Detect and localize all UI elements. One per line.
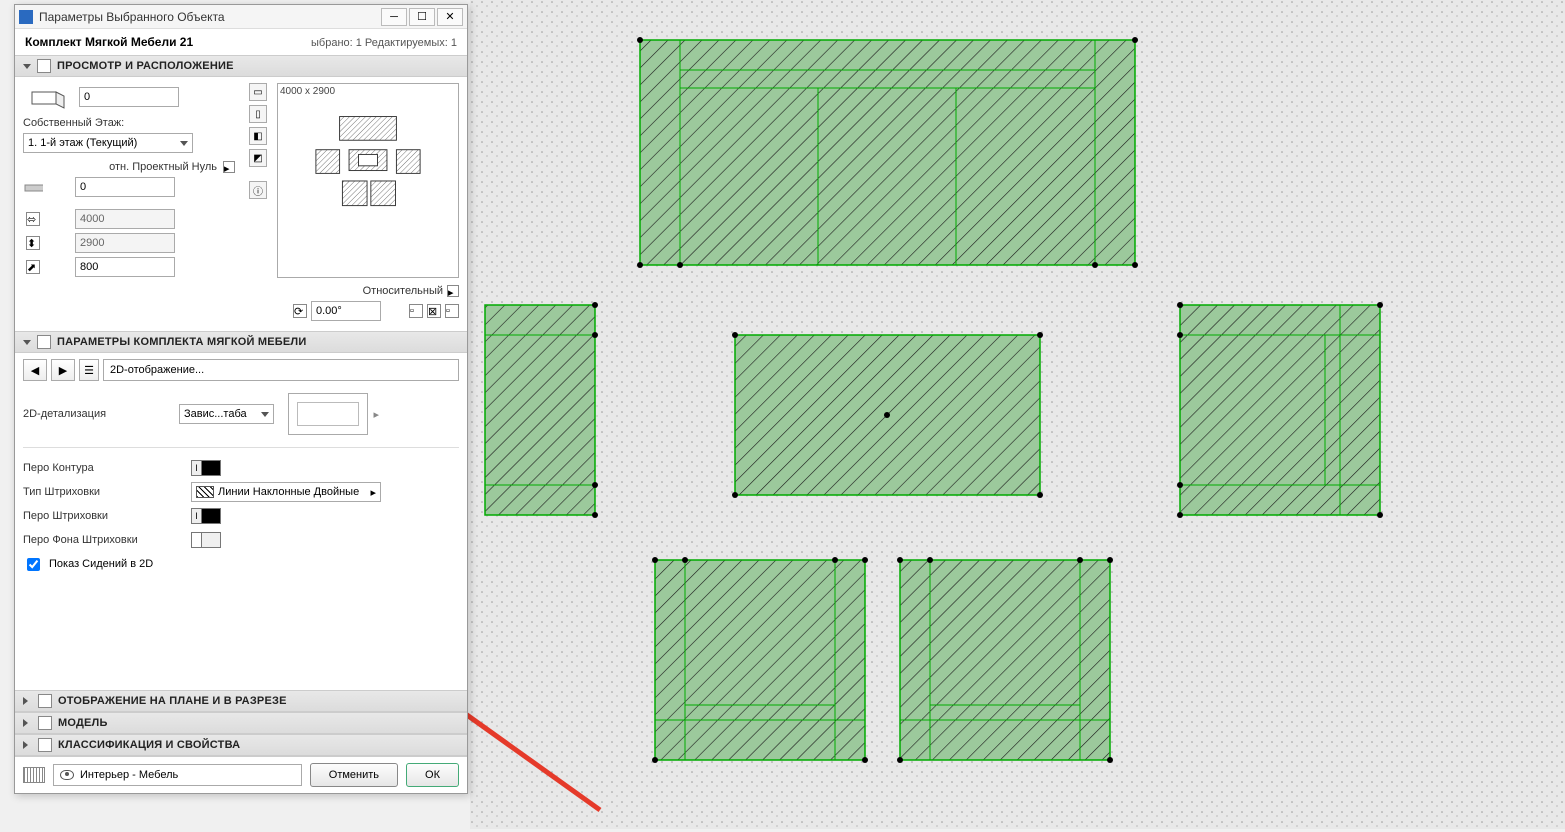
top-elevation-input[interactable] — [79, 87, 179, 107]
preview-dims-label: 4000 x 2900 — [280, 86, 335, 97]
preview-mode-3d[interactable]: ◧ — [249, 127, 267, 145]
chevron-down-icon — [23, 340, 31, 345]
nav-next-button[interactable]: ▶ — [51, 359, 75, 381]
nav-list-button[interactable]: ☰ — [79, 359, 99, 381]
section-plan-title: ОТОБРАЖЕНИЕ НА ПЛАНЕ И В РАЗРЕЗЕ — [58, 695, 287, 707]
eye-icon — [60, 770, 74, 780]
dim-z-icon: ⬈ — [26, 260, 40, 274]
mirror-x-icon[interactable]: ▫ — [409, 304, 423, 318]
app-icon — [19, 10, 33, 24]
arrow-right-icon[interactable]: ▸ — [373, 408, 379, 421]
show-seats-checkbox[interactable] — [27, 558, 40, 571]
section-plan-header[interactable]: ОТОБРАЖЕНИЕ НА ПЛАНЕ И В РАЗРЕЗЕ — [15, 690, 467, 712]
relative-label: Относительный — [363, 285, 443, 297]
bottom-elevation-input[interactable] — [75, 177, 175, 197]
chevron-right-icon — [23, 719, 32, 727]
hatch-pen-label: Перо Штриховки — [23, 510, 183, 522]
dim-y-icon: ⬍ — [26, 236, 40, 250]
preview-info[interactable]: ⓘ — [249, 181, 267, 199]
show-seats-label: Показ Сидений в 2D — [49, 558, 153, 570]
drawing-canvas[interactable] — [470, 0, 1565, 829]
section-model-header[interactable]: МОДЕЛЬ — [15, 712, 467, 734]
own-story-value: 1. 1-й этаж (Текущий) — [28, 137, 137, 149]
dialog-title: Параметры Выбранного Объекта — [39, 10, 379, 24]
chevron-right-icon — [23, 741, 32, 749]
dim-x-icon: ⬄ — [26, 212, 40, 226]
chevron-down-icon — [180, 141, 188, 146]
section-preview-title: ПРОСМОТР И РАСПОЛОЖЕНИЕ — [57, 60, 234, 72]
hatch-pen-swatch[interactable]: I — [191, 508, 221, 524]
minimize-button[interactable]: ─ — [381, 8, 407, 26]
hatch-bg-pen-swatch[interactable] — [191, 532, 221, 548]
hatch-bg-pen-label: Перо Фона Штриховки — [23, 534, 183, 546]
detail-label: 2D-детализация — [23, 408, 173, 420]
section-classif-title: КЛАССИФИКАЦИЯ И СВОЙСТВА — [58, 739, 240, 751]
hatch-value: Линии Наклонные Двойные — [218, 486, 366, 498]
ok-button[interactable]: ОК — [406, 763, 459, 787]
preview-mode-front[interactable]: ▯ — [249, 105, 267, 123]
detail-value: Завис...таба — [184, 408, 247, 420]
params-icon — [37, 335, 51, 349]
layer-icon — [23, 767, 45, 783]
arrow-right-icon[interactable]: ▸ — [447, 285, 459, 297]
own-story-label: Собственный Этаж: — [23, 117, 124, 129]
object-name: Комплект Мягкой Мебели 21 — [25, 35, 311, 49]
chevron-down-icon — [261, 412, 269, 417]
own-story-dropdown[interactable]: 1. 1-й этаж (Текущий) — [23, 133, 193, 153]
hatch-type-dropdown[interactable]: Линии Наклонные Двойные ▸ — [191, 482, 381, 502]
object-settings-dialog: Параметры Выбранного Объекта ─ ☐ ✕ Компл… — [14, 4, 468, 794]
selection-info: ыбрано: 1 Редактируемых: 1 — [311, 37, 457, 49]
mirror-z-icon[interactable]: ▫ — [445, 304, 459, 318]
section-params-header[interactable]: ПАРАМЕТРЫ КОМПЛЕКТА МЯГКОЙ МЕБЕЛИ — [15, 331, 467, 353]
hatch-sample-icon — [196, 486, 214, 498]
chevron-right-icon — [23, 697, 32, 705]
dim-y-input — [75, 233, 175, 253]
preview-icon — [37, 59, 51, 73]
chevron-down-icon — [23, 64, 31, 69]
preview-mode-plan[interactable]: ▭ — [249, 83, 267, 101]
preview-viewport[interactable]: 4000 x 2900 — [277, 83, 459, 278]
classif-icon — [38, 738, 52, 752]
section-preview-header[interactable]: ПРОСМОТР И РАСПОЛОЖЕНИЕ — [15, 55, 467, 77]
angle-input[interactable] — [311, 301, 381, 321]
layer-name: Интерьер - Мебель — [80, 769, 178, 781]
angle-icon: ⟳ — [293, 304, 307, 318]
section-model-title: МОДЕЛЬ — [58, 717, 108, 729]
maximize-button[interactable]: ☐ — [409, 8, 435, 26]
arrow-right-icon: ▸ — [370, 486, 376, 499]
dim-z-input[interactable] — [75, 257, 175, 277]
section-params-title: ПАРАМЕТРЫ КОМПЛЕКТА МЯГКОЙ МЕБЕЛИ — [57, 336, 306, 348]
nav-page-label[interactable]: 2D-отображение... — [103, 359, 459, 381]
preview-mode-iso[interactable]: ◩ — [249, 149, 267, 167]
contour-pen-swatch[interactable]: I — [191, 460, 221, 476]
contour-pen-label: Перо Контура — [23, 462, 183, 474]
detail-dropdown[interactable]: Завис...таба — [179, 404, 274, 424]
hatch-type-label: Тип Штриховки — [23, 486, 183, 498]
layer-dropdown[interactable]: Интерьер - Мебель — [53, 764, 302, 786]
nav-prev-button[interactable]: ◀ — [23, 359, 47, 381]
detail-thumbnail[interactable]: ▸ — [288, 393, 368, 435]
mirror-y-icon[interactable]: ⊠ — [427, 304, 441, 318]
close-button[interactable]: ✕ — [437, 8, 463, 26]
section-classif-header[interactable]: КЛАССИФИКАЦИЯ И СВОЙСТВА — [15, 734, 467, 756]
arrow-right-icon[interactable]: ▸ — [223, 161, 235, 173]
ref-level-label: отн. Проектный Нуль — [109, 161, 217, 173]
dim-x-input — [75, 209, 175, 229]
plan-icon — [38, 694, 52, 708]
model-icon — [38, 716, 52, 730]
titlebar[interactable]: Параметры Выбранного Объекта ─ ☐ ✕ — [15, 5, 467, 29]
cancel-button[interactable]: Отменить — [310, 763, 398, 787]
